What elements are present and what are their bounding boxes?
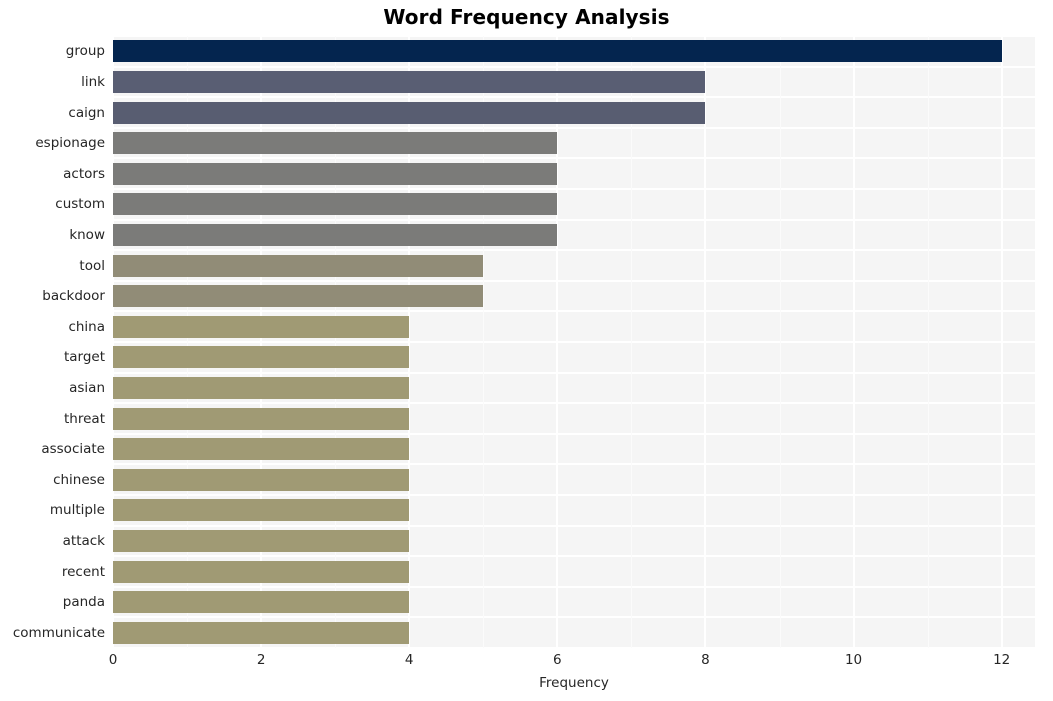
gridline-horizontal — [113, 188, 1035, 190]
bar — [113, 255, 484, 277]
bar — [113, 163, 558, 185]
x-axis-tick-label: 12 — [993, 652, 1011, 668]
bar — [113, 285, 484, 307]
y-axis-tick-label: caign — [68, 105, 105, 121]
gridline-vertical-minor — [631, 36, 633, 648]
bar — [113, 499, 410, 521]
bar — [113, 622, 410, 644]
bar — [113, 71, 706, 93]
gridline-horizontal — [113, 36, 1035, 37]
gridline-horizontal — [113, 616, 1035, 618]
y-axis-tick-label: group — [65, 43, 105, 59]
bar — [113, 316, 410, 338]
gridline-horizontal — [113, 494, 1035, 496]
bar — [113, 377, 410, 399]
y-axis-tick-label: recent — [61, 564, 105, 580]
gridline-horizontal — [113, 219, 1035, 221]
gridline-horizontal — [113, 280, 1035, 282]
gridline-horizontal — [113, 157, 1035, 159]
bar — [113, 438, 410, 460]
y-axis-tick-label: actors — [63, 166, 105, 182]
gridline-horizontal — [113, 372, 1035, 374]
bar — [113, 591, 410, 613]
y-axis-tick-label: threat — [64, 411, 105, 427]
bar — [113, 40, 1002, 62]
y-axis-tick-label: panda — [62, 594, 105, 610]
gridline-horizontal — [113, 586, 1035, 588]
gridline-horizontal — [113, 647, 1035, 648]
gridline-vertical — [113, 36, 114, 648]
gridline-horizontal — [113, 96, 1035, 98]
gridline-horizontal — [113, 66, 1035, 68]
gridline-vertical-minor — [335, 36, 337, 648]
bar — [113, 561, 410, 583]
plot-area — [113, 36, 1035, 648]
gridline-horizontal — [113, 341, 1035, 343]
bar — [113, 530, 410, 552]
gridline-horizontal — [113, 127, 1035, 129]
bar — [113, 193, 558, 215]
gridline-vertical-minor — [187, 36, 189, 648]
gridline-horizontal — [113, 463, 1035, 465]
bar — [113, 469, 410, 491]
y-axis-tick-label: china — [68, 319, 105, 335]
x-axis-tick-label: 8 — [701, 652, 710, 668]
y-axis-tick-label: multiple — [49, 502, 105, 518]
gridline-vertical — [704, 36, 707, 648]
gridline-horizontal — [113, 555, 1035, 557]
y-axis-tick-label: associate — [41, 441, 105, 457]
y-axis-tick-label: tool — [79, 258, 105, 274]
bar — [113, 132, 558, 154]
x-axis-tick-label: 4 — [404, 652, 414, 668]
x-axis-title: Frequency — [539, 675, 609, 691]
gridline-horizontal — [113, 433, 1035, 435]
x-axis-tick-labels: 0 2 4 6 8 10 12 — [0, 652, 1053, 674]
x-axis-tick-label: 0 — [108, 652, 118, 668]
gridline-horizontal — [113, 402, 1035, 404]
gridline-vertical — [408, 36, 411, 648]
y-axis-tick-label: communicate — [12, 625, 105, 641]
x-axis-tick-label: 2 — [256, 652, 266, 668]
bar — [113, 408, 410, 430]
y-axis-tick-label: link — [81, 74, 105, 90]
y-axis-tick-label: espionage — [35, 135, 105, 151]
gridline-vertical-minor — [483, 36, 485, 648]
y-axis-tick-label: asian — [69, 380, 105, 396]
gridline-horizontal — [113, 310, 1035, 312]
y-axis-tick-label: chinese — [53, 472, 105, 488]
bar — [113, 346, 410, 368]
x-axis-tick-label: 6 — [553, 652, 562, 668]
gridline-vertical — [852, 36, 855, 648]
gridline-vertical-minor — [779, 36, 781, 648]
gridline-vertical — [1000, 36, 1003, 648]
gridline-vertical — [556, 36, 559, 648]
x-axis-tick-label: 10 — [844, 652, 863, 668]
y-axis-tick-label: attack — [62, 533, 105, 549]
gridline-horizontal — [113, 249, 1035, 251]
y-axis-tick-label: backdoor — [42, 288, 105, 304]
chart-figure: Word Frequency Analysis group link caign es… — [0, 0, 1053, 701]
bar — [113, 102, 706, 124]
bar — [113, 224, 558, 246]
gridline-vertical — [260, 36, 263, 648]
chart-title: Word Frequency Analysis — [383, 5, 670, 29]
y-axis-tick-label: target — [63, 349, 105, 365]
y-axis-tick-label: custom — [55, 196, 105, 212]
y-axis-tick-label: know — [69, 227, 105, 243]
gridline-vertical-minor — [927, 36, 929, 648]
gridline-horizontal — [113, 525, 1035, 527]
y-axis-tick-labels: group link caign espionage actors custom know t… — [0, 36, 105, 648]
